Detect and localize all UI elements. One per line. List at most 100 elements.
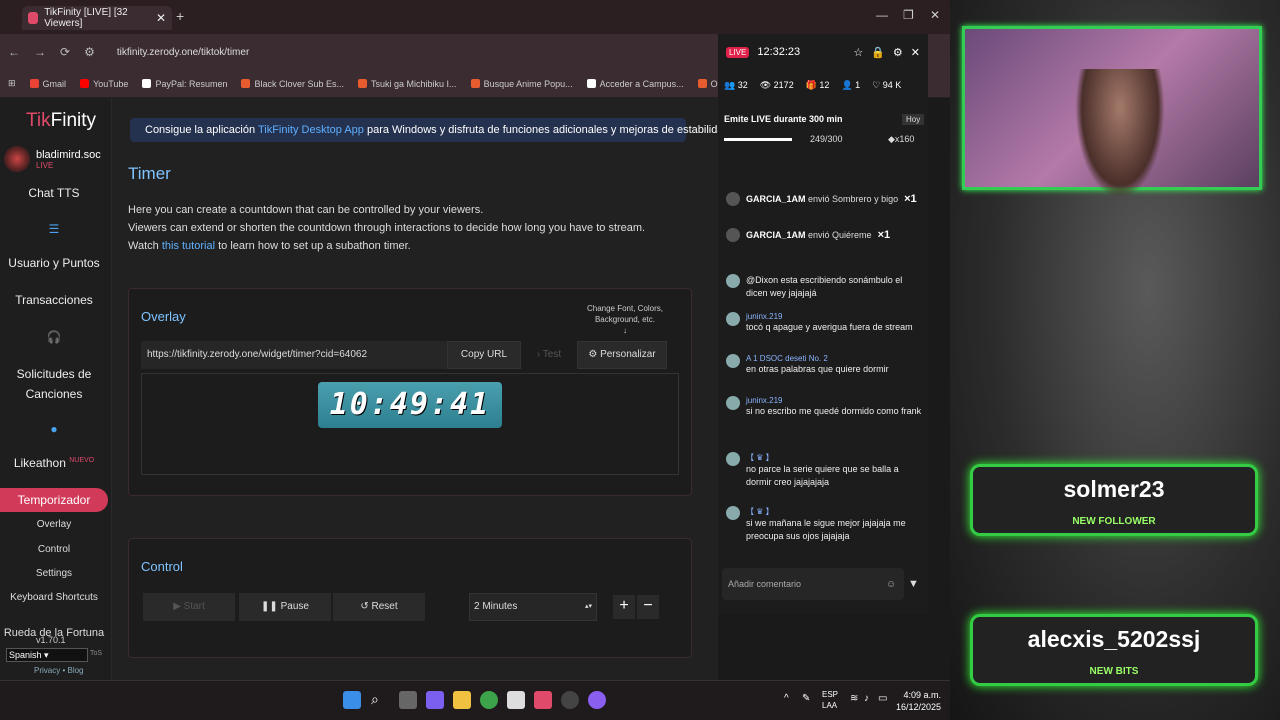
- description-line-3: Watch this tutorial to learn how to set …: [128, 240, 411, 252]
- taskbar: ⌕ ^ ✎ ESP LAA ≋ ♪ ▭ 4:09 a.m. 16/12/2025: [0, 680, 950, 720]
- privacy-blog-links[interactable]: Privacy • Blog: [34, 666, 84, 675]
- test-button[interactable]: › Test: [521, 341, 577, 369]
- followers-count: 👤 1: [841, 80, 861, 90]
- comment-input[interactable]: Añadir comentario: [722, 568, 904, 600]
- user-profile[interactable]: bladimird.soc LIVE: [4, 146, 101, 172]
- star-icon[interactable]: ☆: [853, 46, 863, 59]
- avatar: [726, 312, 740, 326]
- timer-display: 10:49:41: [318, 382, 502, 428]
- close-tab-icon[interactable]: ✕: [156, 11, 166, 25]
- tikfinity-app-icon[interactable]: [534, 691, 552, 709]
- sidebar-item-transactions[interactable]: Transacciones: [0, 293, 108, 307]
- minimize-icon[interactable]: —: [876, 8, 888, 22]
- file-explorer-icon[interactable]: [453, 691, 471, 709]
- gear-icon: ⚙: [588, 349, 598, 360]
- tos-link[interactable]: ToS: [90, 650, 102, 657]
- lock-icon[interactable]: 🔒: [871, 46, 885, 59]
- sidebar-item-song-requests[interactable]: Solicitudes de Canciones: [0, 364, 108, 404]
- sidebar-sub-keyboard-shortcuts[interactable]: Keyboard Shortcuts: [0, 592, 108, 603]
- bookmark-item[interactable]: PayPal: Resumen: [142, 79, 227, 89]
- sidebar-sub-overlay[interactable]: Overlay: [0, 519, 108, 530]
- goal-progress-bar: [724, 138, 792, 141]
- store-icon[interactable]: [507, 691, 525, 709]
- reset-button[interactable]: ↺ Reset: [333, 593, 425, 621]
- sidebar-item-users-points[interactable]: Usuario y Puntos: [0, 256, 108, 270]
- forward-icon[interactable]: →: [34, 45, 46, 59]
- wifi-icon[interactable]: ≋: [850, 693, 858, 704]
- desktop-app-banner[interactable]: Consigue la aplicación TikFinity Desktop…: [130, 118, 733, 142]
- copy-url-button[interactable]: Copy URL: [447, 341, 521, 369]
- sidebar-sub-settings[interactable]: Settings: [0, 568, 108, 579]
- task-view-icon[interactable]: [399, 691, 417, 709]
- sidebar-item-timer[interactable]: Temporizador: [0, 488, 108, 512]
- control-title: Control: [141, 559, 183, 574]
- overlay-preview: 10:49:41: [141, 373, 679, 475]
- minutes-select[interactable]: 2 Minutes ▴▾: [469, 593, 597, 621]
- settings-icon[interactable]: ⚙: [893, 46, 903, 59]
- chat-message: juninx.219 si no escribo me quedé dormido…: [726, 396, 924, 418]
- widget-url-field[interactable]: https://tikfinity.zerody.one/widget/time…: [141, 341, 451, 369]
- close-icon[interactable]: ✕: [911, 46, 920, 59]
- sidebar-item-chat-tts[interactable]: Chat TTS: [0, 186, 108, 200]
- search-icon[interactable]: ⌕: [371, 691, 389, 709]
- url-field[interactable]: tikfinity.zerody.one/tiktok/timer: [117, 47, 249, 58]
- bookmark-item[interactable]: Busque Anime Popu...: [470, 79, 573, 89]
- sidebar: TikFinity bladimird.soc LIVE Chat TTS ☰ …: [0, 98, 112, 680]
- pause-button[interactable]: ❚❚ Pause: [239, 593, 331, 621]
- screen: TikFinity [LIVE] [32 Viewers] ✕ + — ❐ ✕ …: [0, 0, 1280, 720]
- apps-grid-icon[interactable]: ⊞: [8, 78, 16, 89]
- sidebar-item-likeathon[interactable]: Likeathon NUEVO: [0, 456, 108, 470]
- avatar: [726, 228, 740, 242]
- input-language[interactable]: ESP LAA: [822, 689, 838, 711]
- sidebar-sub-control[interactable]: Control: [0, 544, 108, 555]
- bookmark-favicon-icon: [80, 79, 90, 88]
- clock[interactable]: 4:09 a.m. 16/12/2025: [896, 689, 941, 713]
- tab-title: TikFinity [LIVE] [32 Viewers]: [44, 7, 128, 29]
- pen-icon[interactable]: ✎: [802, 693, 810, 704]
- new-badge: NUEVO: [69, 457, 95, 464]
- headphones-icon: 🎧: [46, 330, 62, 344]
- likes-count: ♡ 94 K: [872, 80, 902, 90]
- twitch-icon[interactable]: [588, 691, 606, 709]
- battery-icon[interactable]: ▭: [878, 693, 887, 704]
- filter-icon[interactable]: ▼: [908, 578, 919, 590]
- bookmark-item[interactable]: YouTube: [80, 79, 128, 89]
- bookmark-item[interactable]: Tsuki ga Michibiku I...: [358, 79, 457, 89]
- new-tab-button[interactable]: +: [176, 8, 184, 24]
- personalize-button[interactable]: ⚙ Personalizar: [577, 341, 667, 369]
- site-info-icon[interactable]: ⚙: [84, 45, 95, 59]
- back-icon[interactable]: ←: [8, 45, 20, 59]
- plus-button[interactable]: +: [613, 595, 635, 619]
- desktop-app-link[interactable]: TikFinity Desktop App: [258, 124, 364, 136]
- tutorial-link[interactable]: this tutorial: [162, 240, 215, 252]
- obs-icon[interactable]: [561, 691, 579, 709]
- emoji-icon[interactable]: ☺: [886, 579, 896, 590]
- tray-chevron-icon[interactable]: ^: [784, 693, 789, 704]
- reload-icon[interactable]: ⟳: [60, 45, 70, 59]
- browser-tab[interactable]: TikFinity [LIVE] [32 Viewers] ✕: [22, 6, 172, 30]
- bookmark-favicon-icon: [29, 79, 39, 88]
- language-select[interactable]: Spanish ▾: [6, 648, 88, 662]
- start-button[interactable]: ▶ Start: [143, 593, 235, 621]
- live-badge: LIVE: [726, 46, 750, 58]
- chrome-icon[interactable]: [480, 691, 498, 709]
- bookmark-favicon-icon: [142, 79, 152, 88]
- today-label: Hoy: [902, 114, 925, 125]
- windows-start-icon[interactable]: [343, 691, 361, 709]
- maximize-icon[interactable]: ❐: [903, 8, 914, 22]
- bookmark-item[interactable]: Acceder a Campus...: [586, 79, 684, 89]
- bookmark-favicon-icon: [241, 79, 251, 88]
- copilot-icon[interactable]: [426, 691, 444, 709]
- tiktok-live-panel: LIVE 12:32:23 ☆ 🔒 ⚙ ✕ 👥 32 👁 2172 🎁 12 👤…: [718, 34, 928, 614]
- stream-overlay: solmer23 NEW FOLLOWER alecxis_5202ssj NE…: [950, 0, 1280, 720]
- avatar: [4, 146, 30, 172]
- bookmark-item[interactable]: Black Clover Sub Es...: [241, 79, 344, 89]
- close-window-icon[interactable]: ✕: [930, 8, 940, 22]
- chat-message: A 1 DSOC deseti No. 2 en otras palabras q…: [726, 354, 924, 376]
- bookmark-item[interactable]: Gmail: [29, 79, 66, 89]
- gift-item: GARCIA_1AM envió Quiéreme ×1: [726, 228, 926, 242]
- main-content: Consigue la aplicación TikFinity Desktop…: [112, 98, 733, 680]
- volume-icon[interactable]: ♪: [864, 693, 869, 704]
- browser-tab-bar: TikFinity [LIVE] [32 Viewers] ✕ + — ❐ ✕: [0, 0, 950, 34]
- minus-button[interactable]: −: [637, 595, 659, 619]
